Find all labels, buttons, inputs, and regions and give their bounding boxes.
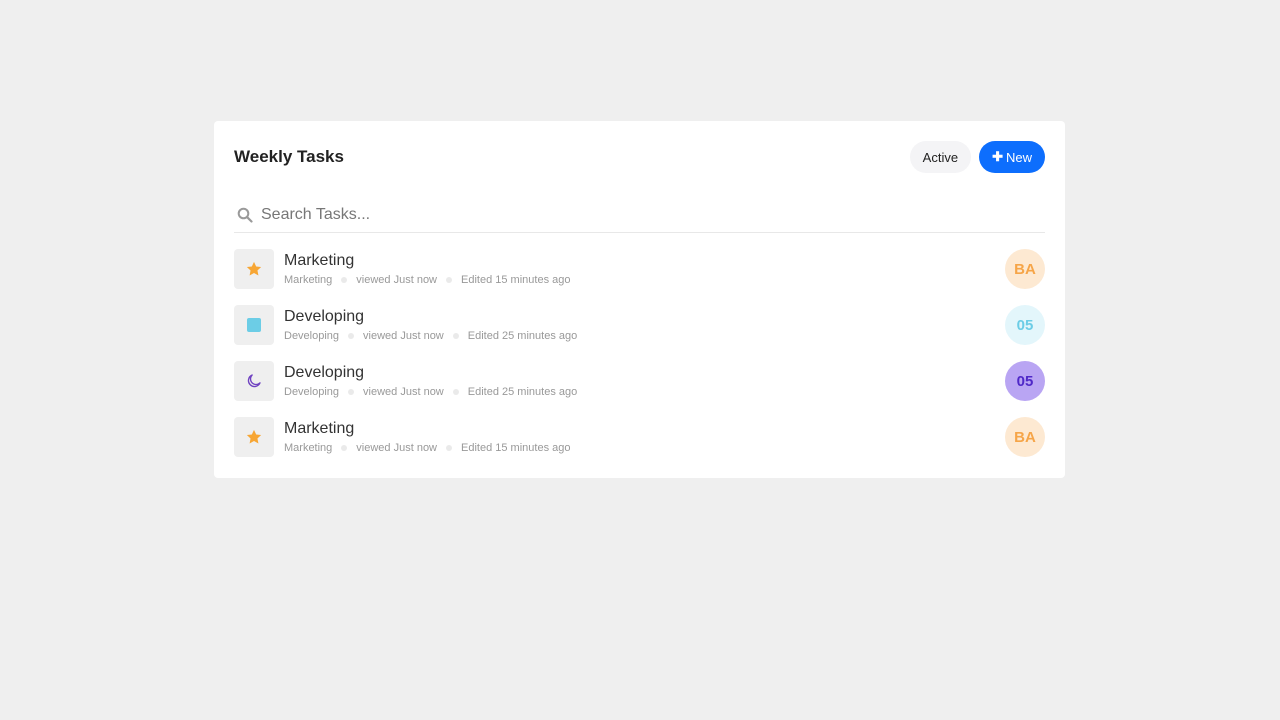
card-title: Weekly Tasks <box>234 147 344 166</box>
weekly-tasks-card: Weekly Tasks Active ✚ New Marketing Mark… <box>214 121 1065 478</box>
task-name: Marketing <box>284 251 355 269</box>
separator-dot <box>348 332 355 339</box>
avatar[interactable]: BA <box>1005 417 1045 457</box>
search-input[interactable] <box>261 205 961 224</box>
task-list: Marketing Marketing viewed Just now Edit… <box>234 249 1045 457</box>
avatar[interactable]: 05 <box>1005 305 1045 345</box>
task-category: Developing <box>284 329 340 342</box>
task-name: Developing <box>284 363 365 381</box>
search-bar <box>234 197 1045 233</box>
avatar[interactable]: BA <box>1005 249 1045 289</box>
task-viewed: viewed Just now <box>356 441 438 454</box>
task-meta: Developing viewed Just now Edited 25 min… <box>284 384 1005 400</box>
task-meta: Developing viewed Just now Edited 25 min… <box>284 328 1005 344</box>
separator-dot <box>341 276 348 283</box>
separator-dot <box>348 388 355 395</box>
avatar[interactable]: 05 <box>1005 361 1045 401</box>
task-viewed: viewed Just now <box>363 329 444 342</box>
task-icon-box <box>234 361 274 401</box>
moon-icon <box>245 372 263 390</box>
task-edited: Edited 25 minutes ago <box>467 385 578 398</box>
task-name: Developing <box>284 307 365 325</box>
separator-dot <box>446 444 453 451</box>
task-name: Marketing <box>284 419 355 437</box>
separator-dot <box>452 388 459 395</box>
separator-dot <box>446 276 453 283</box>
new-task-label: New <box>1005 149 1032 165</box>
card-header: Weekly Tasks Active ✚ New <box>234 141 1045 173</box>
square-icon <box>246 317 262 333</box>
task-category: Developing <box>284 385 340 398</box>
task-icon-box <box>234 249 274 289</box>
separator-dot <box>341 444 348 451</box>
task-edited: Edited 25 minutes ago <box>467 329 578 342</box>
task-meta: Marketing viewed Just now Edited 15 minu… <box>284 440 1005 456</box>
task-row[interactable]: Developing Developing viewed Just now Ed… <box>234 305 1045 345</box>
new-task-button[interactable]: ✚ New <box>979 141 1045 173</box>
task-text: Marketing Marketing viewed Just now Edit… <box>284 251 1005 288</box>
active-filter-button[interactable]: Active <box>909 141 972 173</box>
task-row[interactable]: Marketing Marketing viewed Just now Edit… <box>234 249 1045 289</box>
task-text: Marketing Marketing viewed Just now Edit… <box>284 419 1005 456</box>
task-viewed: viewed Just now <box>356 273 438 286</box>
header-actions: Active ✚ New <box>909 141 1045 173</box>
task-icon-box <box>234 417 274 457</box>
separator-dot <box>452 332 459 339</box>
task-row[interactable]: Developing Developing viewed Just now Ed… <box>234 361 1045 401</box>
task-icon-box <box>234 305 274 345</box>
star-icon <box>245 428 263 446</box>
task-category: Marketing <box>284 273 333 286</box>
task-row[interactable]: Marketing Marketing viewed Just now Edit… <box>234 417 1045 457</box>
star-icon <box>245 260 263 278</box>
plus-icon: ✚ <box>992 149 1003 164</box>
task-text: Developing Developing viewed Just now Ed… <box>284 363 1005 400</box>
task-text: Developing Developing viewed Just now Ed… <box>284 307 1005 344</box>
search-icon <box>237 207 253 223</box>
task-category: Marketing <box>284 441 333 454</box>
task-viewed: viewed Just now <box>363 385 444 398</box>
task-meta: Marketing viewed Just now Edited 15 minu… <box>284 272 1005 288</box>
task-edited: Edited 15 minutes ago <box>461 273 571 286</box>
task-edited: Edited 15 minutes ago <box>461 441 571 454</box>
